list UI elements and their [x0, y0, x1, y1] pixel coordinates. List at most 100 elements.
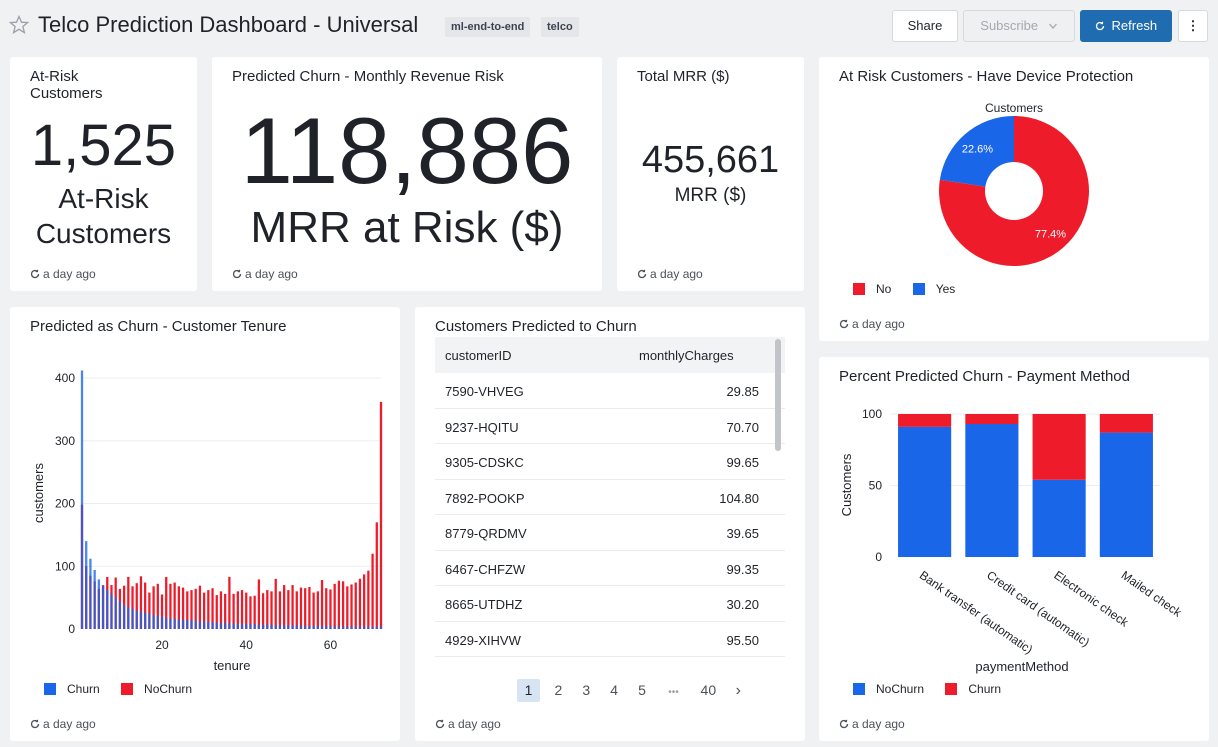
page-ellipsis[interactable]: ••• [660, 687, 686, 698]
bar-churn [127, 607, 130, 629]
bar-churn [350, 626, 353, 629]
revenue-risk-card: Predicted Churn - Monthly Revenue Risk 1… [212, 57, 602, 291]
more-options-button[interactable]: ⋮ [1178, 10, 1208, 42]
refresh-icon [232, 269, 242, 279]
bar-churn [173, 618, 176, 629]
legend-item-nochurn: NoChurn [121, 682, 192, 696]
legend-item-churn: Churn [945, 682, 1001, 696]
cell-monthlycharges: 95.50 [726, 632, 759, 648]
cell-monthlycharges: 39.65 [726, 526, 759, 541]
bar-churn [135, 610, 138, 629]
cell-monthlycharges: 99.35 [726, 561, 759, 577]
bar-churn [219, 622, 223, 629]
refresh-icon [839, 719, 849, 729]
bar-churn [85, 541, 88, 629]
tag-ml-end-to-end[interactable]: ml-end-to-end [445, 17, 531, 37]
at-risk-customers-card: At-Risk Customers 1,525 At-Risk Customer… [10, 57, 197, 291]
cell-customerid: 6467-CHFZW [445, 561, 526, 577]
bar-churn [274, 625, 277, 629]
bar-churn [270, 624, 273, 629]
bar-churn [190, 620, 193, 629]
page-button-3[interactable]: 3 [577, 682, 596, 698]
bar-nochurn [1032, 479, 1086, 557]
y-tick-label: 100 [55, 559, 75, 573]
column-header-customerid[interactable]: customerID [445, 348, 511, 363]
card-title: Customers Predicted to Churn [435, 318, 637, 335]
pie-legend: No Yes [853, 282, 973, 296]
page-button-2[interactable]: 2 [549, 682, 568, 698]
table-scrollbar-thumb[interactable] [775, 339, 781, 451]
bar-churn [80, 370, 84, 629]
next-page-button[interactable]: › [730, 682, 746, 700]
churn-customers-table-card: Customers Predicted to Churn customerID … [415, 307, 805, 741]
bar-churn [177, 619, 181, 629]
page-button-last[interactable]: 40 [695, 682, 721, 698]
bar-churn [131, 608, 134, 629]
y-tick-label: 0 [875, 550, 882, 564]
bar-nochurn [245, 592, 248, 629]
bar-churn [240, 623, 244, 629]
bar-churn [101, 585, 105, 629]
bar-churn [278, 625, 282, 629]
bar-nochurn [299, 587, 303, 629]
bar-churn [89, 558, 92, 629]
bar-churn [375, 626, 378, 629]
table-row: 4929-XIHVW 95.50 [435, 622, 785, 657]
page-button-4[interactable]: 4 [605, 682, 624, 698]
share-button[interactable]: Share [892, 10, 958, 42]
cell-customerid: 8779-QRDMV [445, 526, 527, 541]
bar-churn [249, 623, 252, 629]
bar-churn [122, 605, 126, 629]
bar-nochurn [363, 574, 366, 629]
bar-nochurn [371, 553, 374, 629]
at-risk-subtitle-1: At-Risk [58, 183, 149, 214]
column-header-monthlycharges[interactable]: monthlyCharges [639, 348, 734, 363]
bar-churn [110, 593, 113, 629]
tag-telco[interactable]: telco [541, 17, 579, 37]
bar-churn [165, 617, 168, 629]
at-risk-count: 1,525 [30, 113, 177, 178]
bar-churn [358, 626, 362, 629]
bar-nochurn [274, 578, 277, 629]
bar-nochurn [228, 576, 231, 629]
customer-tenure-card: Predicted as Churn - Customer Tenure 0 10… [10, 307, 400, 741]
favorite-star-icon[interactable] [9, 15, 29, 35]
bar-nochurn [312, 592, 315, 629]
bar-churn [198, 621, 202, 629]
bar-churn [965, 414, 1019, 425]
bar-churn [329, 625, 332, 629]
bar-churn [354, 626, 357, 629]
refresh-icon [839, 319, 849, 329]
pie-slice-label: 22.6% [962, 144, 993, 156]
legend-item-churn: Churn [44, 682, 100, 696]
y-tick-label: 0 [68, 622, 75, 636]
legend-swatch [853, 283, 865, 295]
refresh-button[interactable]: Refresh [1080, 10, 1172, 42]
last-updated: a day ago [637, 267, 703, 281]
y-tick-label: 300 [55, 434, 75, 448]
cell-customerid: 9305-CDSKC [445, 455, 524, 470]
page-button-5[interactable]: 5 [633, 682, 652, 698]
bar-churn [266, 624, 269, 629]
bar-nochurn [341, 581, 345, 629]
bar-churn [194, 620, 197, 629]
payment-method-card: Percent Predicted Churn - Payment Method… [819, 357, 1209, 741]
bar-churn [299, 625, 303, 629]
bar-nochurn [350, 584, 353, 629]
subscribe-button[interactable]: Subscribe [963, 10, 1075, 42]
device-protection-card: At Risk Customers - Have Device Protecti… [819, 57, 1209, 341]
refresh-icon [435, 719, 445, 729]
bar-nochurn [257, 579, 261, 629]
bar-churn [245, 623, 248, 629]
y-tick-label: 200 [55, 497, 75, 511]
cell-customerid: 4929-XIHVW [445, 632, 521, 648]
bar-churn [379, 626, 383, 629]
refresh-icon [30, 719, 40, 729]
revenue-risk-subtitle: MRR at Risk ($) [250, 203, 564, 252]
total-mrr-subtitle: MRR ($) [674, 185, 747, 206]
bar-nochurn [358, 578, 362, 629]
page-button-1[interactable]: 1 [517, 679, 540, 702]
bar-nochurn [354, 582, 357, 629]
y-tick-label: 400 [55, 371, 75, 385]
table-row: 6467-CHFZW 99.35 [435, 551, 785, 586]
